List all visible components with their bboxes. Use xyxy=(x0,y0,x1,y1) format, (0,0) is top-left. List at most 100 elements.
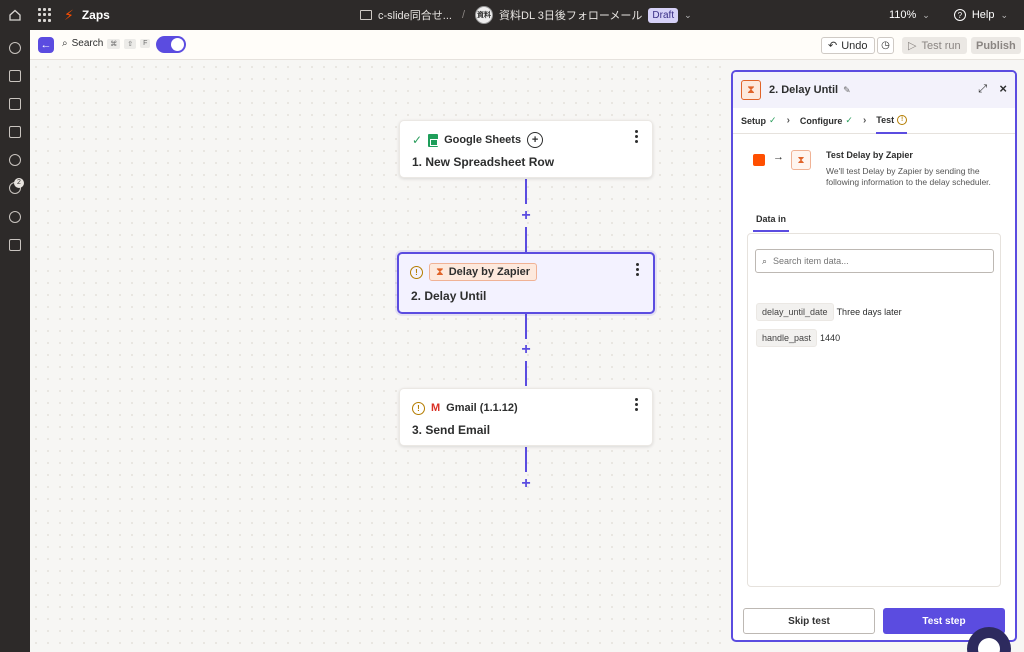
add-step-plus-icon[interactable]: + xyxy=(519,208,533,224)
step-app-name: Gmail (1.1.12) xyxy=(446,402,518,414)
chevron-down-icon: ⌄ xyxy=(922,9,930,20)
tab-label: Configure xyxy=(799,115,843,126)
google-sheets-icon xyxy=(428,133,439,147)
test-description: We'll test Delay by Zapier by sending th… xyxy=(826,166,991,187)
folder-icon xyxy=(360,10,372,20)
zap-avatar: 資料 xyxy=(475,6,494,24)
help-label: Help xyxy=(971,9,995,21)
history-icon[interactable] xyxy=(9,154,21,166)
connector-line xyxy=(525,227,527,252)
data-value: 1440 xyxy=(820,333,841,343)
tab-data-in[interactable]: Data in xyxy=(753,212,790,232)
file-icon[interactable] xyxy=(9,70,21,82)
search-field[interactable]: ⌕ xyxy=(755,249,994,273)
shortcut-key: ⌘ xyxy=(107,38,121,49)
app-name[interactable]: Zaps xyxy=(82,8,110,22)
chevron-down-icon[interactable]: ⌄ xyxy=(684,10,692,21)
gmail-icon: M xyxy=(431,402,441,414)
zoom-control[interactable]: 110% ⌄ xyxy=(889,9,930,21)
skip-test-button[interactable]: Skip test xyxy=(743,608,875,634)
help-button[interactable]: ? Help ⌄ xyxy=(953,9,1008,21)
test-run-button[interactable]: ▷ Test run xyxy=(902,37,967,54)
add-step-plus-icon[interactable]: + xyxy=(519,342,533,358)
data-value: Three days later xyxy=(836,307,902,317)
breadcrumb-separator: / xyxy=(461,9,466,21)
help-icon: ? xyxy=(953,9,966,21)
shortcut-key: F xyxy=(140,39,151,48)
step-app-name: Delay by Zapier xyxy=(448,266,531,278)
undo-button[interactable]: ↶ Undo xyxy=(821,37,875,54)
shortcut-key: ⇧ xyxy=(124,38,137,49)
status-badge: Draft xyxy=(648,7,679,23)
step-card-2[interactable]: ! ⧗ Delay by Zapier 2. Delay Until xyxy=(397,252,655,314)
tab-test[interactable]: Test ! xyxy=(876,108,908,134)
play-icon: ▷ xyxy=(908,40,917,52)
step-card-1[interactable]: ✓ Google Sheets + 1. New Spreadsheet Row xyxy=(399,120,653,178)
versions-icon[interactable] xyxy=(9,239,21,251)
editor-toolbar: ← ⌕ Search ⌘ ⇧ F ↶ Undo ◷ ▷ Test run Pub… xyxy=(30,30,1024,60)
panel-title[interactable]: 2. Delay Until xyxy=(769,84,838,96)
calendar-icon[interactable] xyxy=(9,126,21,138)
more-menu-icon[interactable] xyxy=(635,130,639,143)
folder-name[interactable]: c-slide同合せ... xyxy=(378,7,452,23)
data-in-box: ⌕ delay_until_date Three days later hand… xyxy=(747,233,1001,587)
search-input[interactable] xyxy=(773,256,974,266)
components-icon[interactable] xyxy=(9,42,21,54)
step-title: 2. Delay Until xyxy=(411,289,487,303)
undo-label: Undo xyxy=(841,39,868,52)
step-card-3[interactable]: ! M Gmail (1.1.12) 3. Send Email xyxy=(399,388,653,446)
hourglass-icon: ⧗ xyxy=(741,80,761,100)
check-icon: ✓ xyxy=(769,115,777,125)
warning-icon: ! xyxy=(412,401,425,415)
add-circle-icon[interactable]: + xyxy=(527,132,544,148)
search-label: Search xyxy=(71,38,104,49)
settings-gear-icon[interactable] xyxy=(9,211,21,223)
connector-line xyxy=(525,361,527,386)
left-rail: 2 xyxy=(0,30,30,652)
chevron-right-icon: › xyxy=(786,115,790,126)
zap-title[interactable]: 資料DL 3日後フォローメール xyxy=(499,7,642,23)
apps-grid-icon[interactable] xyxy=(38,8,52,22)
publish-button[interactable]: Publish xyxy=(971,37,1021,54)
history-button[interactable]: ◷ xyxy=(877,37,894,54)
step-detail-panel: ⧗ 2. Delay Until ✎ ⤢ × Setup ✓ › Configu… xyxy=(731,70,1017,642)
warning-icon: ! xyxy=(410,265,423,279)
search-icon: ⌕ xyxy=(62,38,68,49)
more-menu-icon[interactable] xyxy=(635,398,639,411)
hourglass-icon: ⧗ xyxy=(436,265,444,278)
notification-badge: 2 xyxy=(14,178,24,188)
step-app-name: Google Sheets xyxy=(444,134,522,146)
chevron-down-icon: ⌄ xyxy=(1000,9,1008,20)
test-run-label: Test run xyxy=(921,39,961,52)
test-info: → ⧗ Test Delay by Zapier We'll test Dela… xyxy=(747,148,1003,208)
panel-tabs: Setup ✓ › Configure ✓ › Test ! xyxy=(733,108,1015,134)
home-icon[interactable] xyxy=(0,0,30,30)
comment-icon[interactable] xyxy=(9,98,21,110)
search-button[interactable]: ⌕ Search ⌘ ⇧ F xyxy=(62,38,151,49)
data-row: handle_past 1440 xyxy=(756,329,840,347)
zap-toggle[interactable] xyxy=(156,36,186,53)
data-key: handle_past xyxy=(756,329,818,347)
tab-configure[interactable]: Configure ✓ xyxy=(800,115,853,126)
tab-setup[interactable]: Setup ✓ xyxy=(741,115,777,126)
add-step-plus-icon[interactable]: + xyxy=(519,476,533,492)
breadcrumb: c-slide同合せ... / 資料 資料DL 3日後フォローメール Draft… xyxy=(360,0,692,30)
panel-header: ⧗ 2. Delay Until ✎ ⤢ × xyxy=(733,72,1015,108)
data-row: delay_until_date Three days later xyxy=(756,303,902,321)
data-key: delay_until_date xyxy=(756,303,834,321)
expand-icon[interactable]: ⤢ xyxy=(978,83,987,96)
check-icon: ✓ xyxy=(412,133,423,147)
back-button[interactable]: ← xyxy=(38,37,54,53)
tab-label: Test xyxy=(876,115,895,125)
more-menu-icon[interactable] xyxy=(636,263,640,276)
zapier-logo-icon xyxy=(753,154,765,166)
test-title: Test Delay by Zapier xyxy=(826,150,913,160)
zoom-level: 110% xyxy=(888,9,917,21)
close-icon[interactable]: × xyxy=(999,81,1007,96)
tab-label: Setup xyxy=(741,115,767,126)
undo-icon: ↶ xyxy=(828,40,838,52)
connector-line xyxy=(525,314,527,339)
connector-line xyxy=(525,447,527,472)
connector-line xyxy=(525,179,527,204)
pencil-icon[interactable]: ✎ xyxy=(843,85,851,96)
